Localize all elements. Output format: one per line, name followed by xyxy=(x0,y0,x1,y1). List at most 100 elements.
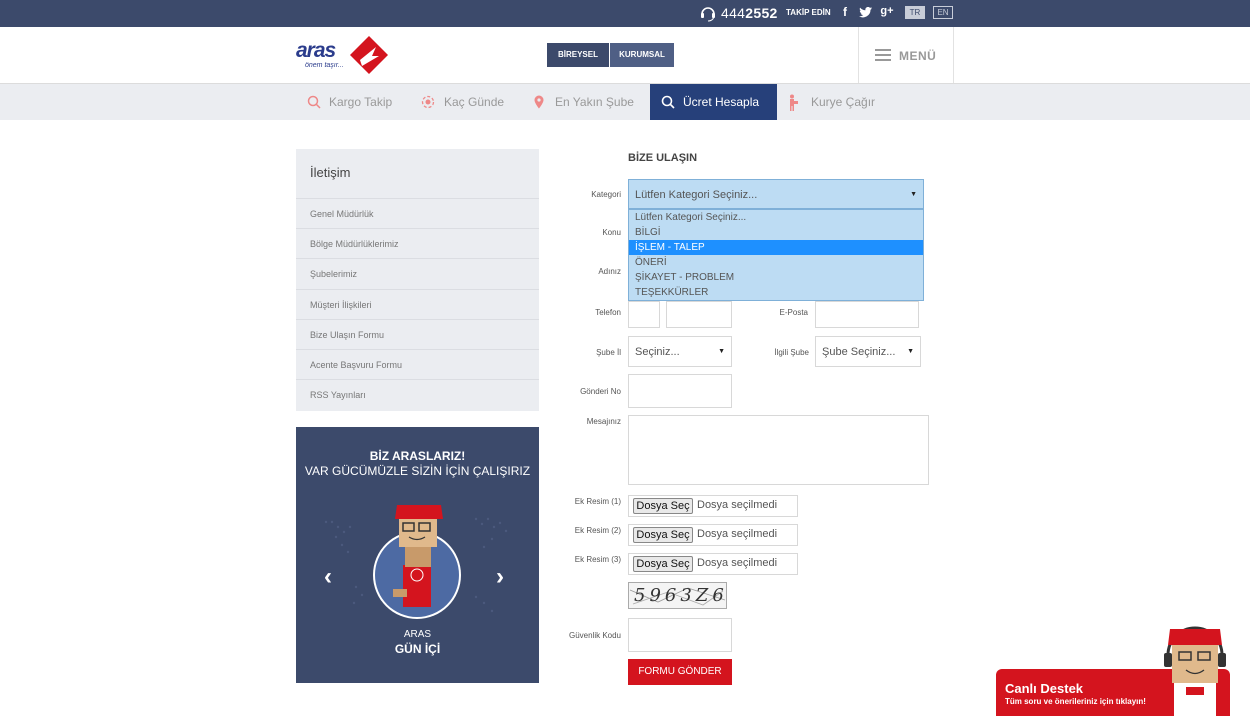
live-support-title[interactable]: Canlı Destek xyxy=(1005,681,1083,696)
site-header: aras önem taşır... BİREYSEL KURUMSAL MEN… xyxy=(0,27,1250,84)
nav-label: Ücret Hesapla xyxy=(683,95,760,109)
lang-tr[interactable]: TR xyxy=(905,6,925,19)
top-bar: 4442552 TAKİP EDİN f g+ TR EN xyxy=(0,0,1250,27)
kategori-dropdown: Lütfen Kategori Seçiniz... BİLGİ İŞLEM -… xyxy=(628,209,924,301)
file-status: Dosya seçilmedi xyxy=(697,557,778,569)
sidebar-item-rss[interactable]: RSS Yayınları xyxy=(296,379,539,409)
quick-nav: Kargo Takip Kaç Günde En Yakın Şube Ücre… xyxy=(0,84,1250,120)
dropdown-option[interactable]: İŞLEM - TALEP xyxy=(629,240,923,255)
label-ek-resim-3: Ek Resim (3) xyxy=(574,555,621,564)
label-konu: Konu xyxy=(602,228,621,237)
banner-subline: VAR GÜCÜMÜZLE SİZİN İÇİN ÇALIŞIRIZ xyxy=(304,464,531,478)
file-status: Dosya seçilmedi xyxy=(697,499,778,511)
ilgili-sube-select[interactable]: Şube Seçiniz... ▼ xyxy=(815,336,921,367)
sidebar-item-genel-mudurluk[interactable]: Genel Müdürlük xyxy=(296,198,539,228)
banner-brand: ARAS xyxy=(403,629,432,640)
sidebar: İletişim Genel Müdürlük Bölge Müdürlükle… xyxy=(296,149,539,411)
dropdown-option[interactable]: ÖNERİ xyxy=(629,255,923,270)
phone-number-input[interactable] xyxy=(666,301,732,328)
file-choose-button[interactable]: Dosya Seç xyxy=(633,498,693,514)
file-choose-button[interactable]: Dosya Seç xyxy=(633,556,693,572)
form-title: BİZE ULAŞIN xyxy=(628,152,698,164)
dropdown-option[interactable]: TEŞEKKÜRLER xyxy=(629,285,923,300)
follow-label: TAKİP EDİN xyxy=(786,8,831,17)
label-eposta: E-Posta xyxy=(779,308,808,317)
nav-en-yakin-sube[interactable]: En Yakın Şube xyxy=(522,84,650,120)
kategori-select[interactable]: Lütfen Kategori Seçiniz... ▼ xyxy=(628,179,924,209)
logo-icon[interactable] xyxy=(349,35,389,75)
sidebar-title: İletişim xyxy=(310,165,351,180)
label-ek-resim-1: Ek Resim (1) xyxy=(574,497,621,506)
message-textarea[interactable] xyxy=(628,415,929,485)
sidebar-item-bize-ulasin[interactable]: Bize Ulaşın Formu xyxy=(296,319,539,349)
live-support-subtitle: Tüm soru ve önerileriniz için tıklayın! xyxy=(1005,697,1146,706)
gonderi-no-input[interactable] xyxy=(628,374,732,408)
courier-icon xyxy=(790,94,798,111)
support-mascot-icon[interactable] xyxy=(1160,625,1230,716)
kategori-select-value: Lütfen Kategori Seçiniz... xyxy=(635,189,758,201)
sube-il-value: Seçiniz... xyxy=(635,346,680,358)
file-input-3[interactable]: Dosya Seç Dosya seçilmedi xyxy=(628,553,798,575)
sidebar-item-bolge-mudurlukleri[interactable]: Bölge Müdürlüklerimiz xyxy=(296,228,539,258)
sidebar-item-musteri-iliskileri[interactable]: Müşteri İlişkileri xyxy=(296,289,539,319)
nav-label: Kargo Takip xyxy=(329,95,393,109)
sube-il-select[interactable]: Seçiniz... ▼ xyxy=(628,336,732,367)
captcha-text: 5963Z6 xyxy=(634,585,728,606)
label-telefon: Telefon xyxy=(595,308,621,317)
search-icon xyxy=(307,95,321,109)
nav-label: En Yakın Şube xyxy=(555,95,634,109)
label-guvenlik-kodu: Güvenlik Kodu xyxy=(568,631,621,640)
nav-kurye-cagir[interactable]: Kurye Çağır xyxy=(777,84,889,120)
file-choose-button[interactable]: Dosya Seç xyxy=(633,527,693,543)
nav-kargo-takip[interactable]: Kargo Takip xyxy=(296,84,408,120)
twitter-icon[interactable] xyxy=(859,7,872,18)
banner-next-arrow[interactable]: › xyxy=(496,563,504,591)
label-mesajiniz: Mesajınız xyxy=(586,417,621,426)
banner-prev-arrow[interactable]: ‹ xyxy=(324,563,332,591)
segment-kurumsal[interactable]: KURUMSAL xyxy=(610,43,674,67)
file-status: Dosya seçilmedi xyxy=(697,528,778,540)
label-ilgili-sube: İlgili Şube xyxy=(774,348,809,357)
hamburger-icon[interactable] xyxy=(875,49,891,61)
mascot-illustration xyxy=(373,505,461,619)
menu-label[interactable]: MENÜ xyxy=(899,49,936,63)
label-sube-il: Şube İl xyxy=(596,348,621,357)
banner-product: GÜN İÇİ xyxy=(394,642,441,656)
promo-banner[interactable]: BİZ ARASLARIZ! VAR GÜCÜMÜZLE SİZİN İÇİN … xyxy=(296,427,539,683)
nav-label: Kaç Günde xyxy=(444,95,505,109)
location-pin-icon xyxy=(534,95,544,109)
nav-label: Kurye Çağır xyxy=(811,95,876,109)
segment-bireysel[interactable]: BİREYSEL xyxy=(547,43,609,67)
chevron-down-icon: ▼ xyxy=(907,348,914,355)
phone-number[interactable]: 4442552 xyxy=(721,5,778,21)
search-icon xyxy=(661,95,675,109)
headset-icon xyxy=(701,7,715,22)
phone-code-input[interactable] xyxy=(628,301,660,328)
dropdown-option[interactable]: ŞİKAYET - PROBLEM xyxy=(629,270,923,285)
nav-ucret-hesapla[interactable]: Ücret Hesapla xyxy=(650,84,777,120)
google-plus-icon[interactable]: g+ xyxy=(880,5,894,17)
sidebar-item-acente-basvuru[interactable]: Acente Başvuru Formu xyxy=(296,349,539,379)
chevron-down-icon: ▼ xyxy=(910,191,917,198)
ilgili-sube-value: Şube Seçiniz... xyxy=(822,346,896,358)
email-input[interactable] xyxy=(815,301,919,328)
banner-headline: BİZ ARASLARIZ! xyxy=(369,449,466,463)
label-adiniz: Adınız xyxy=(598,267,621,276)
label-ek-resim-2: Ek Resim (2) xyxy=(574,526,621,535)
sidebar-item-subelerimiz[interactable]: Şubelerimiz xyxy=(296,258,539,288)
dropdown-option[interactable]: Lütfen Kategori Seçiniz... xyxy=(629,210,923,225)
logo-tagline: önem taşır... xyxy=(305,62,344,69)
chevron-down-icon: ▼ xyxy=(718,348,725,355)
label-gonderi-no: Gönderi No xyxy=(580,387,621,396)
dropdown-option[interactable]: BİLGİ xyxy=(629,225,923,240)
eye-icon xyxy=(421,95,435,109)
nav-kac-gunde[interactable]: Kaç Günde xyxy=(410,84,522,120)
label-kategori: Kategori xyxy=(591,190,621,199)
lang-en[interactable]: EN xyxy=(933,6,953,19)
submit-button[interactable]: FORMU GÖNDER xyxy=(628,659,732,685)
facebook-icon[interactable]: f xyxy=(838,5,852,19)
file-input-1[interactable]: Dosya Seç Dosya seçilmedi xyxy=(628,495,798,517)
file-input-2[interactable]: Dosya Seç Dosya seçilmedi xyxy=(628,524,798,546)
security-code-input[interactable] xyxy=(628,618,732,652)
logo-text[interactable]: aras xyxy=(296,39,336,63)
